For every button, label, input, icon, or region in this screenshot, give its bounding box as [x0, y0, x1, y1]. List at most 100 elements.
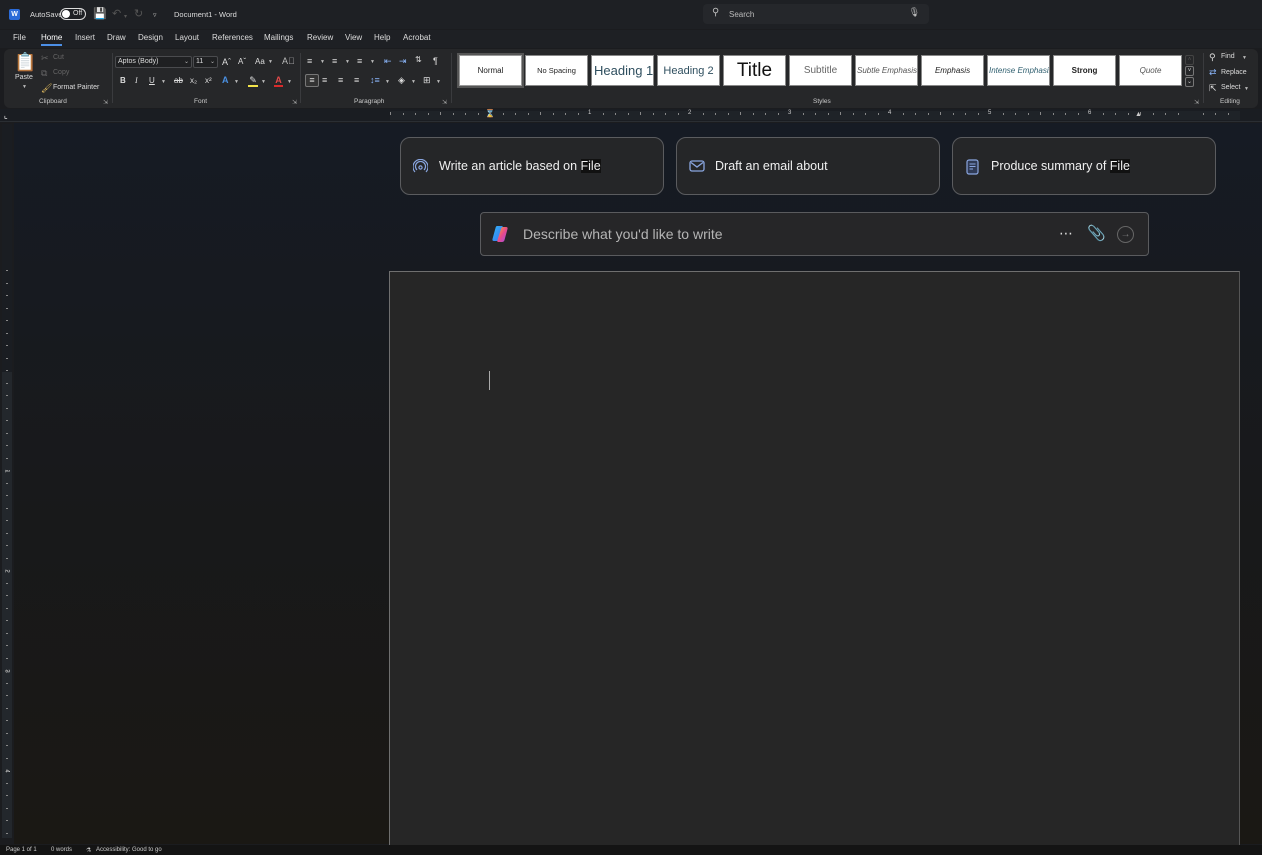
- undo-icon[interactable]: ↶: [112, 8, 121, 20]
- tab-references[interactable]: References: [212, 33, 253, 42]
- strikethrough-icon[interactable]: ab: [174, 76, 183, 86]
- accessibility-status[interactable]: Accessibility: Good to go: [96, 847, 162, 853]
- chevron-down-icon[interactable]: ▼: [1242, 55, 1247, 61]
- search-input[interactable]: [729, 7, 899, 21]
- tab-insert[interactable]: Insert: [75, 33, 95, 42]
- italic-icon[interactable]: I: [135, 76, 138, 86]
- undo-dropdown-icon[interactable]: ▾: [124, 11, 127, 23]
- borders-icon[interactable]: ⊞: [423, 75, 431, 85]
- ruler-track[interactable]: [2, 372, 12, 838]
- style-subtitle[interactable]: Subtitle: [789, 55, 852, 86]
- styles-scroll-down-icon[interactable]: ˅: [1185, 66, 1194, 76]
- chevron-down-icon[interactable]: ▼: [287, 79, 292, 85]
- tab-file[interactable]: File: [13, 33, 26, 42]
- chevron-down-icon[interactable]: ▼: [234, 79, 239, 85]
- style-emphasis[interactable]: Emphasis: [921, 55, 984, 86]
- chevron-down-icon[interactable]: ▼: [261, 79, 266, 85]
- bullets-icon[interactable]: ≡: [307, 56, 312, 66]
- tab-home[interactable]: Home: [41, 33, 63, 46]
- style-no-spacing[interactable]: No Spacing: [525, 55, 588, 86]
- send-icon[interactable]: →: [1117, 226, 1134, 243]
- copilot-prompt-input[interactable]: [523, 223, 1043, 245]
- chevron-down-icon[interactable]: ▼: [161, 79, 166, 85]
- tab-draw[interactable]: Draw: [107, 33, 126, 42]
- file-token[interactable]: File: [1109, 159, 1130, 173]
- align-center-icon[interactable]: ≡: [322, 75, 327, 85]
- styles-scroll-up-icon[interactable]: ˄: [1185, 55, 1194, 65]
- tab-layout[interactable]: Layout: [175, 33, 199, 42]
- tab-review[interactable]: Review: [307, 33, 333, 42]
- tab-view[interactable]: View: [345, 33, 362, 42]
- sort-icon[interactable]: ⇅: [415, 55, 422, 65]
- chevron-down-icon[interactable]: ▼: [411, 79, 416, 85]
- underline-icon[interactable]: U: [149, 76, 155, 86]
- redo-icon[interactable]: ↻: [134, 8, 143, 20]
- horizontal-ruler[interactable]: ⌞ ⌛ ▲ 1 2 3 4 5 6: [0, 109, 1262, 122]
- shading-icon[interactable]: ◈: [398, 75, 405, 85]
- paragraph-launcher-icon[interactable]: ⇲: [442, 99, 447, 106]
- microphone-icon[interactable]: 🎙: [909, 7, 920, 18]
- vertical-ruler[interactable]: 1 2 3 4: [2, 124, 12, 838]
- font-size-dropdown[interactable]: 11 ⌄: [193, 56, 218, 68]
- paste-icon[interactable]: 📋: [14, 52, 36, 72]
- select-button[interactable]: Select: [1221, 84, 1240, 91]
- style-subtle-emphasis[interactable]: Subtle Emphasis: [855, 55, 918, 86]
- more-options-icon[interactable]: ⋯: [1059, 225, 1074, 242]
- numbering-icon[interactable]: ≡: [332, 56, 337, 66]
- cut-button[interactable]: Cut: [53, 54, 64, 61]
- style-heading-1[interactable]: Heading 1: [591, 55, 654, 86]
- subscript-icon[interactable]: x₂: [190, 76, 197, 86]
- tab-mailings[interactable]: Mailings: [264, 33, 293, 42]
- highlight-color-icon[interactable]: ✎: [248, 75, 258, 87]
- tab-acrobat[interactable]: Acrobat: [403, 33, 431, 42]
- document-page[interactable]: [389, 271, 1240, 846]
- chevron-down-icon[interactable]: ▼: [385, 79, 390, 85]
- shrink-font-icon[interactable]: Aˇ: [238, 57, 246, 67]
- format-painter-button[interactable]: Format Painter: [53, 84, 99, 91]
- save-icon[interactable]: 💾: [93, 8, 107, 20]
- style-quote[interactable]: Quote: [1119, 55, 1182, 86]
- styles-more-icon[interactable]: ⌄: [1185, 77, 1194, 87]
- change-case-button[interactable]: Aa: [255, 57, 265, 66]
- search-box[interactable]: ⚲ 🎙: [703, 4, 929, 24]
- replace-button[interactable]: Replace: [1221, 69, 1247, 76]
- suggestion-produce-summary[interactable]: Produce summary of File: [952, 137, 1216, 195]
- decrease-indent-icon[interactable]: ⇤: [384, 56, 392, 66]
- find-button[interactable]: Find: [1221, 53, 1235, 60]
- superscript-icon[interactable]: x²: [205, 76, 212, 86]
- chevron-down-icon[interactable]: ▼: [436, 79, 441, 85]
- style-normal[interactable]: Normal: [457, 53, 524, 88]
- chevron-down-icon[interactable]: ▼: [320, 59, 325, 65]
- chevron-down-icon[interactable]: ▼: [345, 59, 350, 65]
- attach-icon[interactable]: 📎: [1087, 224, 1106, 242]
- text-effects-icon[interactable]: A: [222, 75, 229, 85]
- style-heading-2[interactable]: Heading 2: [657, 55, 720, 86]
- chevron-down-icon[interactable]: ▼: [268, 59, 273, 65]
- font-launcher-icon[interactable]: ⇲: [292, 99, 297, 106]
- tab-stop-selector-icon[interactable]: ⌞: [4, 111, 8, 120]
- font-color-icon[interactable]: A: [274, 75, 283, 87]
- chevron-down-icon[interactable]: ▼: [1244, 86, 1249, 92]
- align-left-icon[interactable]: ≡: [305, 74, 319, 87]
- autosave-toggle[interactable]: Off: [60, 8, 86, 20]
- grow-font-icon[interactable]: Aˆ: [222, 57, 231, 67]
- styles-launcher-icon[interactable]: ⇲: [1194, 99, 1199, 106]
- align-right-icon[interactable]: ≡: [338, 75, 343, 85]
- page-count[interactable]: Page 1 of 1: [6, 847, 37, 853]
- suggestion-write-article[interactable]: Write an article based on File: [400, 137, 664, 195]
- word-count[interactable]: 0 words: [51, 847, 72, 853]
- customize-toolbar-icon[interactable]: ▿: [153, 10, 157, 22]
- chevron-down-icon[interactable]: ▼: [370, 59, 375, 65]
- show-formatting-icon[interactable]: ¶: [433, 56, 438, 66]
- file-token[interactable]: File: [580, 159, 601, 173]
- bold-icon[interactable]: B: [120, 76, 126, 86]
- suggestion-draft-email[interactable]: Draft an email about: [676, 137, 940, 195]
- increase-indent-icon[interactable]: ⇥: [399, 56, 407, 66]
- tab-help[interactable]: Help: [374, 33, 390, 42]
- justify-icon[interactable]: ≡: [354, 75, 359, 85]
- font-name-dropdown[interactable]: Aptos (Body) ⌄: [115, 56, 192, 68]
- line-spacing-icon[interactable]: ↕≡: [370, 75, 380, 85]
- copy-button[interactable]: Copy: [53, 69, 69, 76]
- paste-button[interactable]: Paste: [15, 74, 33, 81]
- tab-design[interactable]: Design: [138, 33, 163, 42]
